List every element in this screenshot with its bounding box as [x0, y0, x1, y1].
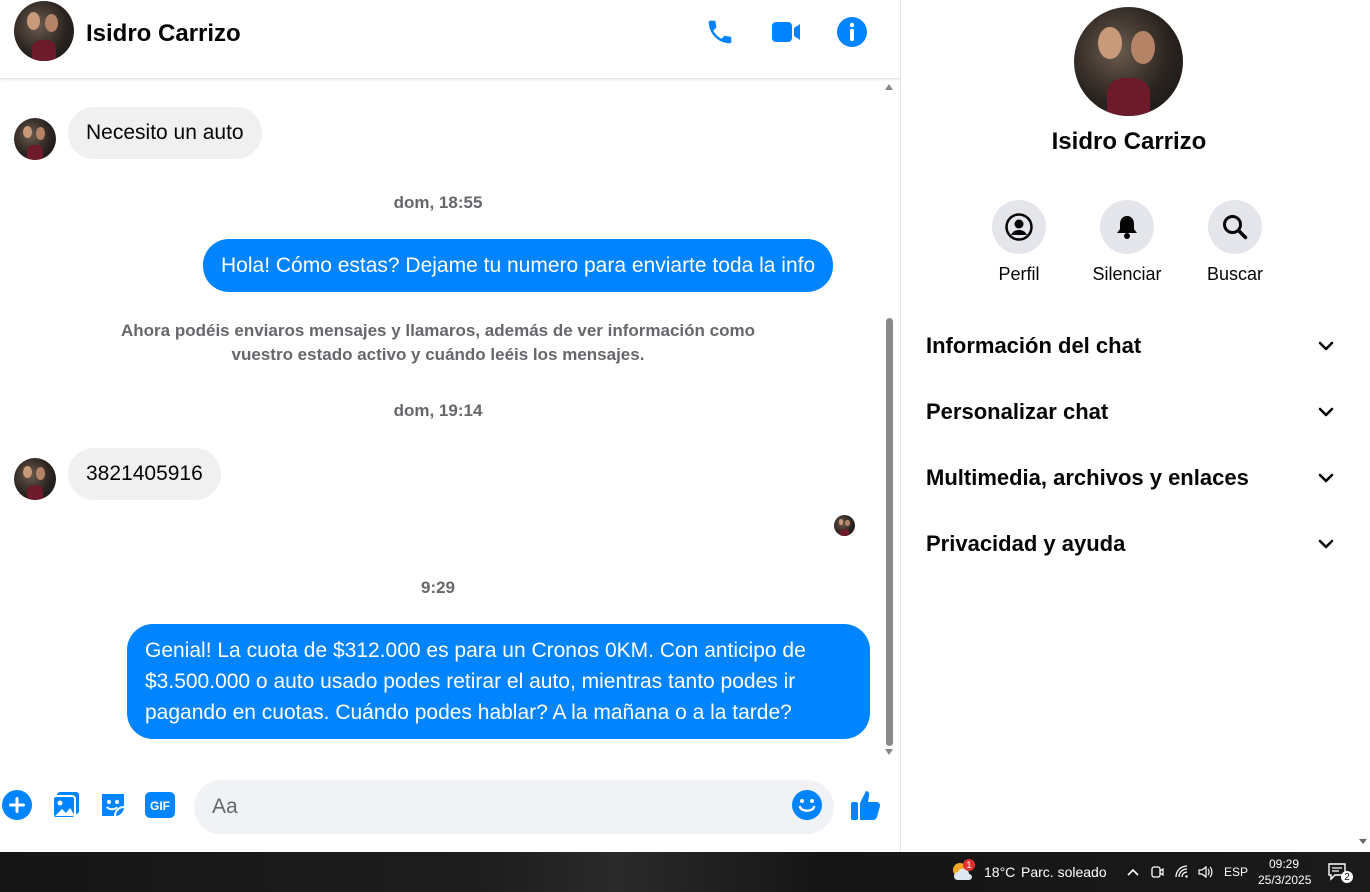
- outgoing-message[interactable]: Genial! La cuota de $312.000 es para un …: [127, 624, 870, 739]
- notification-center-icon[interactable]: 2: [1326, 861, 1354, 885]
- scroll-up-arrow-icon[interactable]: [885, 84, 893, 90]
- section-customize-chat[interactable]: Personalizar chat: [926, 390, 1336, 434]
- clock-time: 09:29: [1268, 857, 1300, 871]
- search-icon: [1208, 200, 1262, 254]
- clock-date: 25/3/2025: [1258, 873, 1312, 887]
- sender-avatar[interactable]: [14, 458, 56, 500]
- info-icon[interactable]: [834, 14, 870, 50]
- photo-icon[interactable]: [49, 788, 83, 822]
- thumbs-up-icon[interactable]: [849, 788, 883, 822]
- scroll-down-arrow-icon[interactable]: [1359, 839, 1367, 844]
- bell-icon: [1100, 200, 1154, 254]
- windows-taskbar: 1 18°C Parc. soleado ESP 09:29 25/3/2025…: [0, 852, 1370, 892]
- chat-pane: Isidro Carrizo Necesito un auto dom, 18:…: [0, 0, 900, 852]
- incoming-message[interactable]: Necesito un auto: [68, 107, 262, 159]
- clock[interactable]: 09:29 25/3/2025: [1258, 856, 1312, 888]
- svg-text:GIF: GIF: [150, 799, 170, 813]
- chevron-down-icon: [1318, 407, 1334, 417]
- mute-button[interactable]: Silenciar: [1077, 200, 1177, 285]
- section-chat-info[interactable]: Información del chat: [926, 324, 1336, 368]
- chevron-down-icon: [1318, 539, 1334, 549]
- profile-icon: [992, 200, 1046, 254]
- profile-name: Isidro Carrizo: [1051, 128, 1207, 155]
- section-title: Multimedia, archivos y enlaces: [926, 465, 1249, 490]
- temperature[interactable]: 18°C: [984, 864, 1015, 880]
- section-title: Privacidad y ayuda: [926, 531, 1126, 556]
- sticker-icon[interactable]: [96, 788, 130, 822]
- messenger-window: Isidro Carrizo Necesito un auto dom, 18:…: [0, 0, 1370, 852]
- notification-count: 2: [1344, 872, 1350, 883]
- speaker-icon[interactable]: [1195, 862, 1215, 882]
- gif-icon[interactable]: GIF: [143, 788, 177, 822]
- chat-info-pane: Isidro Carrizo Perfil Silenciar Buscar I…: [900, 0, 1370, 852]
- incoming-message[interactable]: 3821405916: [68, 448, 221, 500]
- language-indicator[interactable]: ESP: [1224, 865, 1248, 879]
- mute-label: Silenciar: [1092, 264, 1162, 284]
- search-button[interactable]: Buscar: [1185, 200, 1285, 285]
- scroll-thumb[interactable]: [886, 318, 893, 746]
- chevron-down-icon: [1318, 341, 1334, 351]
- chevron-down-icon: [1318, 473, 1334, 483]
- system-notice: Ahora podéis enviaros mensajes y llamaro…: [121, 321, 755, 364]
- message-list[interactable]: Necesito un auto dom, 18:55 Hola! Cómo e…: [0, 80, 884, 760]
- read-receipt-avatar: [834, 515, 855, 536]
- video-camera-icon[interactable]: [768, 14, 804, 50]
- section-title: Información del chat: [926, 333, 1142, 358]
- composer: GIF: [0, 770, 900, 844]
- sender-avatar[interactable]: [14, 118, 56, 160]
- meet-now-icon[interactable]: [1147, 862, 1167, 882]
- wifi-icon[interactable]: [1172, 862, 1192, 882]
- section-title: Personalizar chat: [926, 399, 1109, 424]
- phone-icon[interactable]: [702, 14, 738, 50]
- chat-header: Isidro Carrizo: [0, 0, 900, 79]
- chevron-up-icon[interactable]: [1123, 862, 1143, 882]
- profile-button[interactable]: Perfil: [969, 200, 1069, 285]
- timestamp: 9:29: [420, 578, 456, 597]
- message-input[interactable]: [194, 780, 834, 834]
- plus-icon[interactable]: [0, 788, 34, 822]
- contact-profile-avatar[interactable]: [1074, 7, 1183, 116]
- outgoing-message[interactable]: Hola! Cómo estas? Dejame tu numero para …: [203, 239, 834, 292]
- weather-badge: 1: [963, 859, 975, 871]
- weather-condition[interactable]: Parc. soleado: [1021, 864, 1107, 880]
- search-label: Buscar: [1206, 264, 1264, 284]
- contact-name[interactable]: Isidro Carrizo: [86, 20, 241, 48]
- scroll-down-arrow-icon[interactable]: [885, 749, 893, 755]
- emoji-icon[interactable]: [790, 788, 824, 822]
- profile-label: Perfil: [998, 264, 1040, 284]
- section-privacy-help[interactable]: Privacidad y ayuda: [926, 522, 1336, 566]
- message-scrollbar[interactable]: [884, 80, 896, 760]
- contact-avatar[interactable]: [14, 1, 74, 61]
- timestamp: dom, 18:55: [393, 193, 483, 212]
- timestamp: dom, 19:14: [393, 401, 483, 420]
- section-media-files-links[interactable]: Multimedia, archivos y enlaces: [926, 456, 1336, 500]
